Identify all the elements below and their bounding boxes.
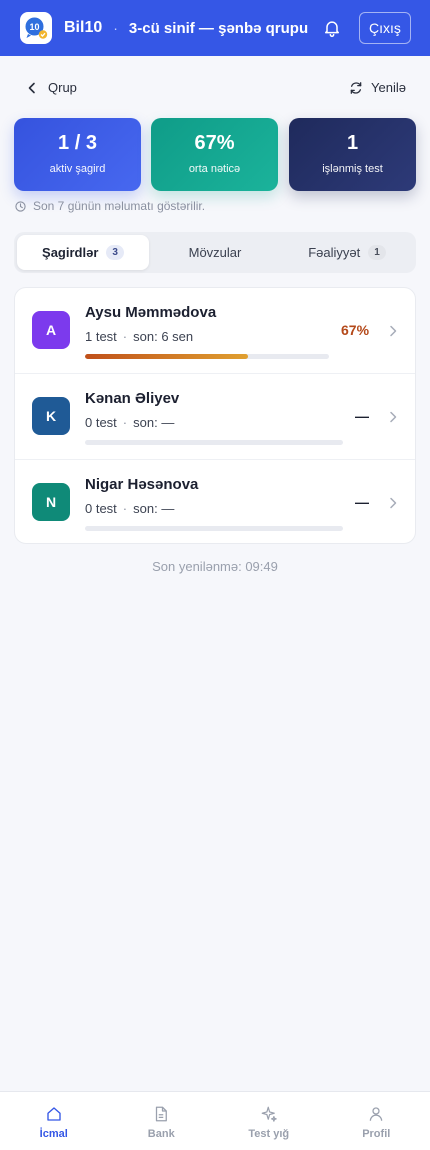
brand-name: Bil10: [64, 19, 103, 36]
stat-label: aktiv şagird: [49, 163, 106, 175]
document-icon: [156, 1106, 168, 1122]
chevron-right-icon: [390, 497, 397, 509]
meta-separator: ·: [122, 501, 128, 516]
tab-activity[interactable]: Fəaliyyət 1: [281, 235, 413, 270]
group-title: 3-cü sinif — şənbə qrupu: [128, 19, 309, 37]
nav-label: Bank: [147, 1128, 175, 1140]
meta-separator: ·: [122, 329, 128, 344]
score-value: 67%: [341, 322, 370, 338]
chevron-left-icon: [28, 82, 35, 93]
stat-value: 1: [346, 132, 359, 154]
bottom-nav: İcmal Bank Test yığ Profil: [0, 1091, 430, 1150]
refresh-icon: [350, 81, 362, 94]
progress-fill: [85, 354, 249, 359]
tab-topics[interactable]: Mövzular: [149, 235, 281, 270]
nav-item-overview[interactable]: İcmal: [0, 1092, 108, 1150]
student-meta: 0 test · son: —: [85, 415, 174, 430]
student-meta: 1 test · son: 6 sen: [85, 329, 193, 344]
tab-label: Fəaliyyət: [308, 245, 361, 260]
date-range-notice: Son 7 günün məlumatı göstərilir.: [15, 199, 205, 213]
test-count: 1 test: [85, 329, 117, 344]
stat-card-completed-tests: 1 işlənmiş test: [289, 118, 416, 191]
student-name: Aysu Məmmədova: [85, 304, 217, 321]
nav-label: İcmal: [39, 1128, 68, 1140]
avatar: A: [32, 311, 70, 349]
logo[interactable]: 10: [20, 12, 52, 44]
progress-bar: [85, 440, 343, 445]
student-row[interactable]: A Aysu Məmmədova 1 test · son: 6 sen 67%: [15, 288, 415, 374]
nav-label: Profil: [362, 1128, 391, 1140]
back-link[interactable]: Qrup: [26, 80, 77, 95]
logo-icon: 10: [25, 17, 48, 39]
header-separator: ·: [113, 20, 118, 36]
refresh-label: Yenilə: [371, 80, 406, 95]
student-meta: 0 test · son: —: [85, 501, 174, 516]
notice-text: Son 7 günün məlumatı göstərilir.: [33, 199, 206, 213]
nav-label: Test yığ: [248, 1128, 290, 1140]
progress-bar: [85, 526, 343, 531]
score-value: —: [355, 408, 369, 424]
stat-card-average-score: 67% orta nəticə: [151, 118, 278, 191]
last-activity: son: —: [133, 501, 175, 516]
last-updated-text: Son yenilənmə: 09:49: [152, 559, 278, 574]
tab-bar: Şagirdlər 3 Mövzular Fəaliyyət 1: [14, 232, 416, 273]
tab-label: Şagirdlər: [42, 245, 99, 260]
nav-item-test-builder[interactable]: Test yığ: [215, 1092, 323, 1150]
bell-icon[interactable]: [322, 18, 342, 38]
nav-item-bank[interactable]: Bank: [108, 1092, 216, 1150]
user-icon: [369, 1107, 383, 1121]
student-list: A Aysu Məmmədova 1 test · son: 6 sen 67% K…: [14, 287, 416, 544]
clock-icon: [15, 200, 26, 212]
student-row[interactable]: N Nigar Həsənova 0 test · son: — —: [15, 460, 415, 543]
home-icon: [47, 1107, 61, 1121]
stat-value: 1 / 3: [58, 132, 97, 154]
meta-separator: ·: [122, 415, 128, 430]
test-count: 0 test: [85, 501, 117, 516]
tab-students[interactable]: Şagirdlər 3: [17, 235, 149, 270]
chevron-right-icon: [390, 411, 397, 423]
stat-label: orta nəticə: [188, 163, 241, 175]
student-name: Nigar Həsənova: [85, 476, 199, 493]
test-count: 0 test: [85, 415, 117, 430]
student-row[interactable]: K Kənan Əliyev 0 test · son: — —: [15, 374, 415, 460]
stat-card-active-students: 1 / 3 aktiv şagird: [14, 118, 141, 191]
student-name: Kənan Əliyev: [85, 390, 180, 407]
nav-item-profile[interactable]: Profil: [323, 1092, 430, 1150]
logout-button[interactable]: Çıxış: [359, 12, 411, 44]
stat-value: 67%: [194, 132, 235, 154]
back-label: Qrup: [48, 80, 77, 95]
tab-label: Mövzular: [188, 245, 242, 260]
sparkle-icon: [261, 1106, 277, 1122]
app-header: 10 Bil10 · 3-cü sinif — şənbə qrupu Çıxı…: [0, 0, 430, 56]
last-activity: son: 6 sen: [133, 329, 194, 344]
stat-label: işlənmiş test: [322, 163, 383, 175]
tab-count-badge: 1: [368, 245, 386, 260]
progress-bar: [85, 354, 329, 359]
last-activity: son: —: [133, 415, 175, 430]
svg-text:10: 10: [29, 22, 39, 32]
chevron-right-icon: [390, 325, 397, 337]
avatar: K: [32, 397, 70, 435]
score-value: —: [355, 494, 369, 510]
tab-count-badge: 3: [106, 245, 124, 260]
avatar: N: [32, 483, 70, 521]
refresh-button[interactable]: Yenilə: [349, 80, 406, 95]
